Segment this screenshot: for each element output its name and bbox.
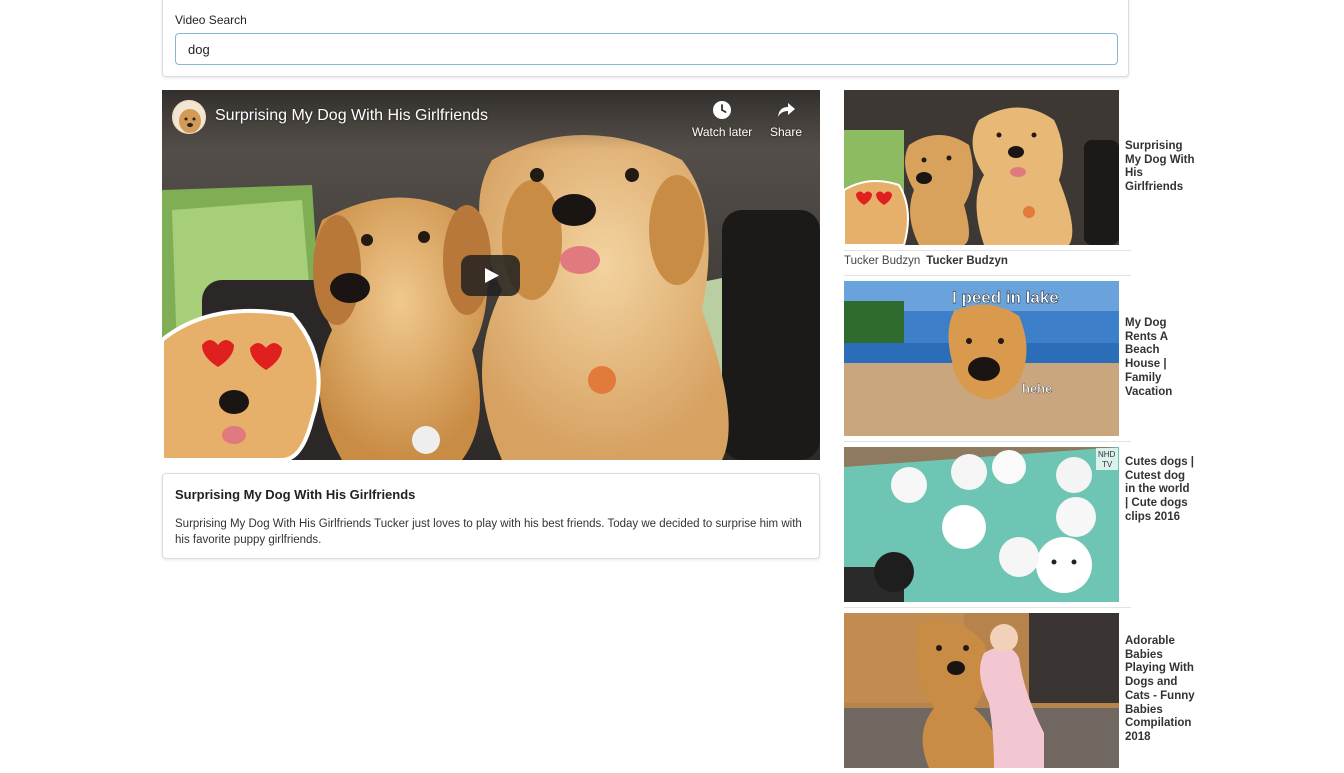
player-title[interactable]: Surprising My Dog With His Girlfriends [215,107,488,125]
video-player[interactable]: Surprising My Dog With His Girlfriends W… [162,90,820,460]
play-button[interactable] [461,255,520,296]
broken-image[interactable]: Tucker Budzyn [844,255,920,267]
divider [844,441,1131,442]
share-button[interactable]: Share [770,100,802,139]
clock-icon [713,101,732,119]
overlay-bottom-text: hehe [1022,381,1052,396]
divider [844,275,1131,276]
list-item[interactable]: Tucker Budzyn Tucker Budzyn [844,255,1008,267]
video-title[interactable]: Surprising My Dog With His Girlfriends [1125,140,1195,195]
search-card: Video Search [162,0,1129,77]
video-title[interactable]: Cutes dogs | Cutest dog in the world | C… [1125,456,1195,525]
badge-line1: NHD [1098,450,1116,459]
video-thumbnail[interactable]: NHD TV [844,447,1119,602]
share-label: Share [770,125,803,139]
overlay-top-text: I peed in lake [952,288,1059,307]
channel-name[interactable]: Tucker Budzyn [926,255,1008,267]
video-title[interactable]: My Dog Rents A Beach House | Family Vaca… [1125,317,1195,399]
watch-later-button[interactable]: Watch later [692,100,752,139]
divider [844,607,1131,608]
watch-later-label: Watch later [692,125,753,139]
badge-line2: TV [1102,460,1113,469]
video-detail-title: Surprising My Dog With His Girlfriends [175,487,416,502]
video-title[interactable]: Adorable Babies Playing With Dogs and Ca… [1125,635,1195,745]
search-label: Video Search [175,13,247,27]
video-thumbnail[interactable] [844,613,1119,768]
video-thumbnail[interactable] [844,90,1119,245]
video-detail-card: Surprising My Dog With His Girlfriends S… [162,473,820,559]
channel-avatar[interactable] [172,100,206,134]
divider [844,250,1131,251]
video-thumbnail[interactable]: I peed in lake hehe [844,281,1119,436]
share-icon [778,103,796,117]
play-icon [485,268,499,283]
search-input[interactable] [175,33,1118,65]
video-detail-description: Surprising My Dog With His Girlfriends T… [175,518,802,546]
